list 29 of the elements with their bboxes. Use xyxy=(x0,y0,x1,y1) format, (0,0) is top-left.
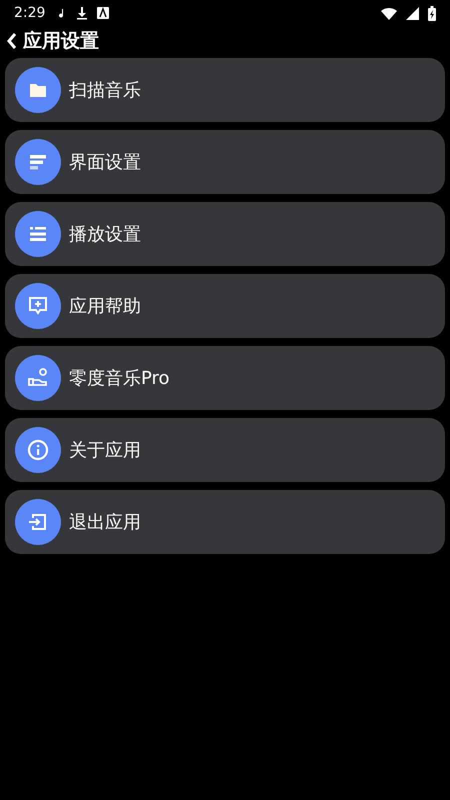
wifi-icon xyxy=(381,6,397,20)
item-label: 零度音乐Pro xyxy=(69,367,170,390)
lines-icon xyxy=(15,139,61,185)
signal-icon xyxy=(406,6,419,20)
battery-icon xyxy=(428,6,436,20)
status-time: 2:29 xyxy=(14,5,46,21)
item-label: 播放设置 xyxy=(69,223,141,246)
settings-item[interactable]: 退出应用 xyxy=(5,490,445,554)
settings-item[interactable]: 播放设置 xyxy=(5,202,445,266)
list-icon xyxy=(15,211,61,257)
page-title: 应用设置 xyxy=(23,29,99,54)
folder-icon xyxy=(15,67,61,113)
settings-item[interactable]: 应用帮助 xyxy=(5,274,445,338)
chat-plus-icon xyxy=(15,283,61,329)
item-label: 关于应用 xyxy=(69,439,141,462)
back-icon[interactable] xyxy=(6,32,18,50)
download-icon xyxy=(76,6,88,20)
settings-item[interactable]: 关于应用 xyxy=(5,418,445,482)
settings-item[interactable]: 界面设置 xyxy=(5,130,445,194)
notification-icon xyxy=(97,7,110,19)
item-label: 扫描音乐 xyxy=(69,79,141,102)
exit-icon xyxy=(15,499,61,545)
item-label: 应用帮助 xyxy=(69,295,141,318)
hand-person-icon xyxy=(15,355,61,401)
info-icon xyxy=(15,427,61,473)
settings-item[interactable]: 零度音乐Pro xyxy=(5,346,445,410)
settings-item[interactable]: 扫描音乐 xyxy=(5,58,445,122)
item-label: 退出应用 xyxy=(69,511,141,534)
item-label: 界面设置 xyxy=(69,151,141,174)
